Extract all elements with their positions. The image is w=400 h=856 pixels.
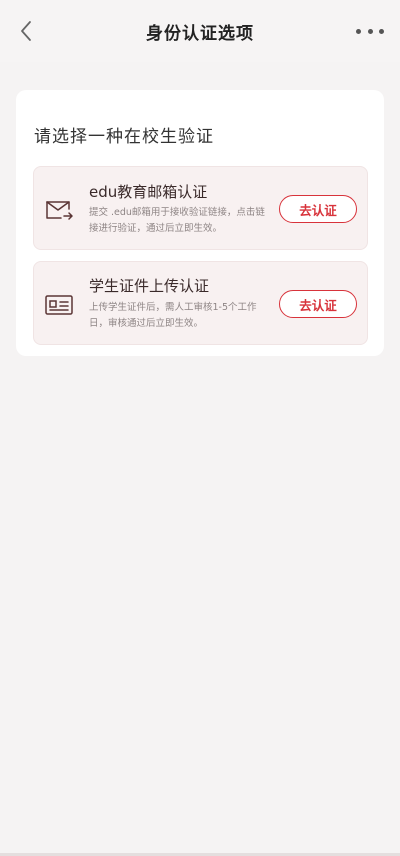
option-name: 学生证件上传认证 [89,277,210,295]
option-description: 上传学生证件后，需人工审核1-5个工作日，审核通过后立即生效。 [89,302,257,329]
edu-email-option[interactable]: edu教育邮箱认证 提交 .edu邮箱用于接收验证链接，点击链接进行验证，通过后… [33,166,368,250]
card-title: 请选择一种在校生验证 [34,127,214,147]
edu-verify-button[interactable]: 去认证 [279,195,357,223]
verification-card: 请选择一种在校生验证 edu教育邮箱认证 提交 .edu邮箱用于接收验证链接，点… [16,90,384,356]
email-forward-icon [46,201,73,220]
option-description: 提交 .edu邮箱用于接收验证链接，点击链接进行验证，通过后立即生效。 [89,207,265,234]
more-dot [367,28,373,34]
page-title: 身份认证选项 [146,23,254,44]
chevron-left-icon [21,21,31,41]
id-card-icon [45,295,73,315]
student-id-option[interactable]: 学生证件上传认证 上传学生证件后，需人工审核1-5个工作日，审核通过后立即生效。… [33,261,368,345]
more-button[interactable] [356,20,384,42]
navbar: 身份认证选项 [0,0,400,62]
option-name: edu教育邮箱认证 [89,183,208,201]
more-dot [379,28,384,34]
more-dot [356,28,361,34]
student-id-verify-button[interactable]: 去认证 [279,290,357,318]
back-button[interactable] [12,17,40,45]
